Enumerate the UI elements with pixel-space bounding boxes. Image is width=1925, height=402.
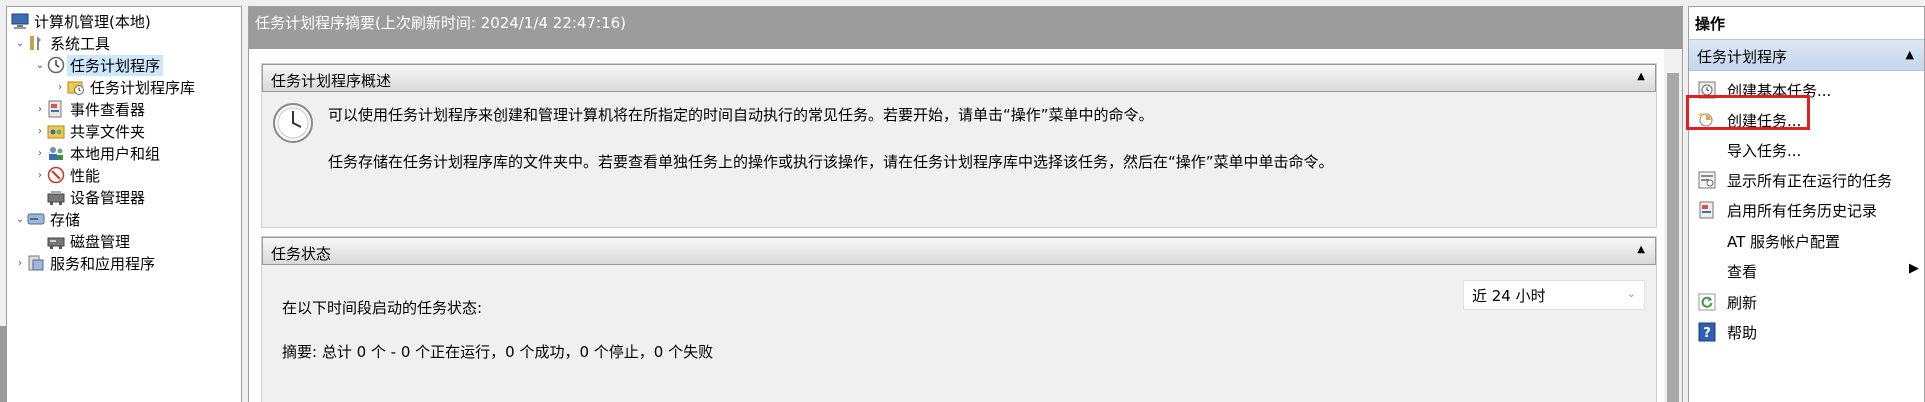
chevron-right-icon[interactable]: ›: [33, 126, 47, 137]
tree-item-computer-management[interactable]: 计算机管理(本地): [11, 10, 151, 32]
tree-item-task-scheduler[interactable]: ⌄ 任务计划程序: [33, 54, 164, 76]
tree-item-performance[interactable]: › 性能: [33, 164, 100, 186]
collapse-icon[interactable]: ▲: [1637, 244, 1645, 255]
tree-item-label: 系统工具: [50, 34, 111, 53]
action-help[interactable]: ? 帮助: [1697, 319, 1757, 345]
period-label: 在以下时间段启动的任务状态:: [282, 299, 483, 317]
tree-item-label: 设备管理器: [70, 188, 146, 207]
action-at-service-account[interactable]: AT 服务帐户配置: [1727, 228, 1840, 254]
actions-section-label: 任务计划程序: [1697, 48, 1788, 66]
tree-item-label: 任务计划程序库: [90, 78, 196, 97]
clock-icon: [47, 56, 65, 74]
performance-icon: [47, 166, 65, 184]
tree-item-label: 共享文件夹: [70, 122, 146, 141]
action-label: 帮助: [1727, 323, 1758, 342]
highlight-box: [1686, 95, 1810, 130]
tree-item-task-library[interactable]: › 任务计划程序库: [53, 76, 195, 98]
action-view[interactable]: 查看 ▶: [1727, 258, 1919, 284]
action-refresh[interactable]: 刷新: [1697, 289, 1757, 315]
tree-item-device-manager[interactable]: 设备管理器: [47, 186, 145, 208]
action-show-running-tasks[interactable]: 显示所有正在运行的任务: [1697, 167, 1892, 193]
tree-item-shared-folders[interactable]: › 共享文件夹: [33, 120, 145, 142]
task-status-panel-header[interactable]: 任务状态 ▲: [262, 237, 1656, 265]
tree-item-event-viewer[interactable]: › 事件查看器: [33, 98, 145, 120]
tree-item-services-apps[interactable]: › 服务和应用程序: [13, 252, 155, 274]
device-manager-icon: [47, 188, 65, 206]
overview-line-1: 可以使用任务计划程序来创建和管理计算机将在所指定的时间自动执行的常见任务。若要开…: [328, 106, 1154, 124]
tree-item-local-users[interactable]: › 本地用户和组: [33, 142, 160, 164]
svg-text:?: ?: [1703, 326, 1711, 341]
console-tree: 计算机管理(本地) ⌄ 系统工具 ⌄ 任务计划程序 › 任务计划程序库 › 事件…: [6, 6, 242, 402]
action-import-task[interactable]: 导入任务...: [1727, 137, 1801, 163]
overview-panel-header[interactable]: 任务计划程序概述 ▲: [262, 64, 1656, 92]
action-label: 刷新: [1727, 293, 1758, 312]
status-summary: 摘要: 总计 0 个 - 0 个正在运行，0 个成功，0 个停止，0 个失败: [282, 343, 714, 361]
actions-pane: 操作 任务计划程序 ▲ 创建基本任务... 创建任务... 导入任务... 显示…: [1688, 6, 1925, 402]
overview-title: 任务计划程序概述: [271, 72, 392, 90]
refresh-icon: [1697, 292, 1717, 312]
running-tasks-icon: [1697, 170, 1717, 190]
summary-header: 任务计划程序摘要(上次刷新时间: 2024/1/4 22:47:16): [249, 7, 1682, 49]
chevron-right-icon[interactable]: ›: [33, 148, 47, 159]
action-label: 导入任务...: [1727, 141, 1802, 160]
chevron-down-icon[interactable]: ⌄: [33, 60, 47, 71]
computer-management-icon: [11, 12, 29, 30]
chevron-right-icon[interactable]: ›: [33, 104, 47, 115]
chevron-right-icon[interactable]: ›: [33, 170, 47, 181]
tree-item-disk-management[interactable]: 磁盘管理: [47, 230, 130, 252]
services-apps-icon: [27, 254, 45, 272]
tree-item-label: 本地用户和组: [70, 144, 161, 163]
users-groups-icon: [47, 144, 65, 162]
action-label: 显示所有正在运行的任务: [1727, 171, 1893, 190]
tree-item-storage[interactable]: ⌄ 存储: [13, 208, 80, 230]
window-edge: [0, 326, 7, 402]
period-select[interactable]: 近 24 小时 ⌄: [1463, 280, 1645, 310]
action-enable-task-history[interactable]: 启用所有任务历史记录: [1697, 197, 1877, 223]
overview-line-2: 任务存储在任务计划程序库的文件夹中。若要查看单独任务上的操作或执行该操作，请在任…: [328, 153, 1334, 171]
system-tools-icon: [27, 34, 45, 52]
task-status-panel: 任务状态 ▲ 在以下时间段启动的任务状态: 摘要: 总计 0 个 - 0 个正在…: [261, 236, 1657, 402]
submenu-arrow-icon: ▶: [1909, 261, 1919, 276]
tree-item-label: 事件查看器: [70, 100, 146, 119]
tree-item-label: 存储: [50, 210, 81, 229]
task-library-icon: [67, 78, 85, 96]
tree-item-label: 磁盘管理: [70, 232, 131, 251]
chevron-down-icon: ⌄: [1626, 287, 1636, 300]
tree-item-label: 服务和应用程序: [50, 254, 156, 273]
help-icon: ?: [1697, 322, 1717, 342]
tree-item-label: 计算机管理(本地): [34, 12, 151, 31]
tree-item-label: 任务计划程序: [67, 54, 164, 76]
event-viewer-icon: [47, 100, 65, 118]
action-label: AT 服务帐户配置: [1727, 232, 1841, 251]
overview-panel: 任务计划程序概述 ▲ 可以使用任务计划程序来创建和管理计算机将在所指定的时间自动…: [261, 63, 1657, 228]
collapse-icon[interactable]: ▲: [1906, 48, 1914, 61]
storage-icon: [27, 210, 45, 228]
disk-management-icon: [47, 232, 65, 250]
chevron-right-icon[interactable]: ›: [53, 82, 67, 93]
collapse-icon[interactable]: ▲: [1637, 71, 1645, 82]
task-history-icon: [1697, 200, 1717, 220]
chevron-down-icon[interactable]: ⌄: [13, 38, 27, 49]
summary-pane: 任务计划程序摘要(上次刷新时间: 2024/1/4 22:47:16) 任务计划…: [248, 6, 1683, 402]
action-label: 启用所有任务历史记录: [1727, 201, 1878, 220]
period-select-value: 近 24 小时: [1472, 287, 1546, 305]
scrollbar-thumb[interactable]: [1667, 73, 1679, 402]
action-label: 查看: [1727, 262, 1758, 281]
chevron-right-icon[interactable]: ›: [13, 258, 27, 269]
actions-section-task-scheduler[interactable]: 任务计划程序 ▲: [1689, 39, 1924, 71]
tree-item-system-tools[interactable]: ⌄ 系统工具: [13, 32, 110, 54]
shared-folder-icon: [47, 122, 65, 140]
chevron-down-icon[interactable]: ⌄: [13, 214, 27, 225]
task-status-title: 任务状态: [271, 245, 332, 263]
tree-item-label: 性能: [70, 166, 101, 185]
actions-title: 操作: [1695, 15, 1726, 33]
clock-icon: [272, 102, 314, 148]
